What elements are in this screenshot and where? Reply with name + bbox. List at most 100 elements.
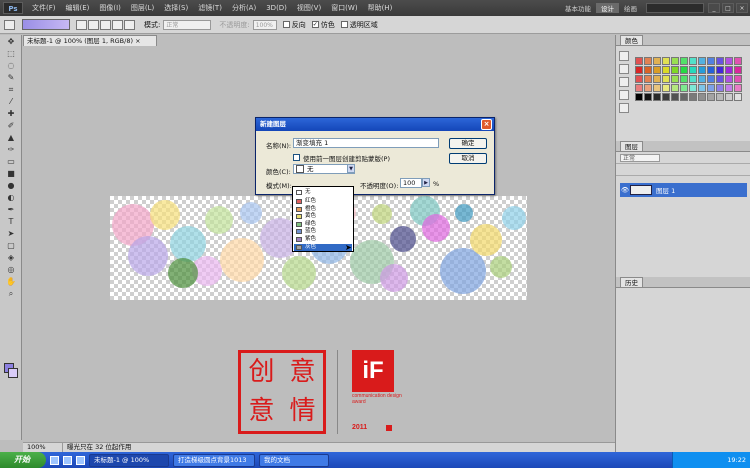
menu-image[interactable]: 图像(I)	[94, 3, 126, 13]
swatch[interactable]	[644, 75, 652, 83]
quicklaunch-icon[interactable]	[50, 455, 59, 465]
layer-name[interactable]: 图层 1	[656, 185, 675, 195]
swatch[interactable]	[734, 84, 742, 92]
swatch[interactable]	[662, 66, 670, 74]
stamp-tool-icon[interactable]: ▲	[4, 132, 18, 143]
mode-select[interactable]: 正常	[163, 19, 212, 30]
gradient-tool-icon[interactable]: ■	[4, 168, 18, 179]
workspace-essentials[interactable]: 基本功能	[560, 3, 596, 13]
swatch[interactable]	[671, 66, 679, 74]
swatch[interactable]	[653, 75, 661, 83]
diamond-gradient-button[interactable]	[124, 19, 135, 30]
swatch[interactable]	[680, 84, 688, 92]
swatch[interactable]	[716, 84, 724, 92]
crop-tool-icon[interactable]: ⌗	[4, 84, 18, 95]
swatch[interactable]	[662, 57, 670, 65]
taskbar-item-tutorial[interactable]: 打造梯级圆点背景1013	[173, 453, 255, 467]
color-select[interactable]: 无	[293, 164, 355, 174]
menu-help[interactable]: 帮助(H)	[363, 3, 398, 13]
taskbar-item-photoshop[interactable]: 未标题-1 @ 100%	[89, 453, 169, 467]
color-option[interactable]: 蓝色	[294, 228, 352, 235]
close-button[interactable]: ×	[736, 3, 748, 13]
menu-3d[interactable]: 3D(D)	[261, 4, 292, 12]
swatch[interactable]	[644, 66, 652, 74]
swatch[interactable]	[671, 57, 679, 65]
color-option[interactable]: 绿色	[294, 221, 352, 228]
lasso-tool-icon[interactable]: ◌	[4, 60, 18, 71]
swatch[interactable]	[635, 84, 643, 92]
close-icon[interactable]: ×	[481, 119, 492, 130]
gradient-tool-icon[interactable]	[4, 19, 15, 30]
color-option[interactable]: 灰色	[294, 243, 352, 251]
swatch[interactable]	[644, 57, 652, 65]
swatch[interactable]	[716, 66, 724, 74]
cancel-button[interactable]: 取消	[449, 153, 487, 164]
shape-tool-icon[interactable]: ▢	[4, 240, 18, 251]
swatch[interactable]	[671, 84, 679, 92]
swatches-grid[interactable]	[635, 51, 747, 109]
color-panel-icon[interactable]	[619, 51, 629, 61]
swatch[interactable]	[662, 93, 670, 101]
swatch[interactable]	[707, 93, 715, 101]
swatch[interactable]	[716, 75, 724, 83]
pen-tool-icon[interactable]: ✒	[4, 204, 18, 215]
swatch[interactable]	[644, 93, 652, 101]
dither-checkbox[interactable]	[311, 21, 319, 28]
swatch[interactable]	[644, 84, 652, 92]
swatch[interactable]	[734, 93, 742, 101]
type-tool-icon[interactable]: T	[4, 216, 18, 227]
history-brush-tool-icon[interactable]: ✑	[4, 144, 18, 155]
name-field[interactable]: 渐变填充 1	[293, 138, 439, 148]
reverse-checkbox[interactable]	[282, 21, 290, 28]
color-option[interactable]: 紫色	[294, 236, 352, 243]
swatch[interactable]	[635, 66, 643, 74]
swatch[interactable]	[698, 66, 706, 74]
angle-gradient-button[interactable]	[100, 19, 111, 30]
layer-row[interactable]: 👁 图层 1	[620, 183, 747, 197]
swatch[interactable]	[680, 57, 688, 65]
gradient-picker[interactable]	[22, 19, 70, 30]
search-input[interactable]	[646, 3, 704, 13]
swatch[interactable]	[689, 75, 697, 83]
document-tab[interactable]: 未标题-1 @ 100% (图层 1, RGB/8) ×	[23, 35, 157, 46]
transparency-checkbox[interactable]	[340, 21, 348, 28]
opacity-field[interactable]: 100%	[252, 19, 277, 30]
menu-view[interactable]: 视图(V)	[292, 3, 326, 13]
swatch[interactable]	[680, 75, 688, 83]
swatch[interactable]	[698, 93, 706, 101]
swatch[interactable]	[707, 66, 715, 74]
hand-tool-icon[interactable]: ✋	[4, 276, 18, 287]
swatches-panel-icon[interactable]	[619, 64, 629, 74]
swatch[interactable]	[725, 93, 733, 101]
start-button[interactable]: 开始	[0, 452, 46, 468]
clock[interactable]: 19:22	[727, 456, 746, 464]
clip-mask-checkbox[interactable]	[293, 154, 300, 161]
blur-tool-icon[interactable]: ●	[4, 180, 18, 191]
swatch[interactable]	[725, 57, 733, 65]
tab-color[interactable]: 颜色	[620, 35, 643, 45]
swatch[interactable]	[725, 66, 733, 74]
3d-rotate-tool-icon[interactable]: ◈	[4, 252, 18, 263]
blend-mode-select[interactable]: 正常	[620, 153, 660, 162]
color-option[interactable]: 橙色	[294, 206, 352, 213]
swatch[interactable]	[671, 75, 679, 83]
menu-layer[interactable]: 图层(L)	[126, 3, 159, 13]
swatch[interactable]	[716, 57, 724, 65]
swatch[interactable]	[635, 57, 643, 65]
swatch[interactable]	[689, 84, 697, 92]
maximize-button[interactable]: □	[722, 3, 734, 13]
swatch[interactable]	[680, 93, 688, 101]
path-select-tool-icon[interactable]: ➤	[4, 228, 18, 239]
eyedropper-tool-icon[interactable]: ⁄	[4, 96, 18, 107]
reflected-gradient-button[interactable]	[112, 19, 123, 30]
swatch[interactable]	[725, 75, 733, 83]
styles-panel-icon[interactable]	[619, 77, 629, 87]
swatch[interactable]	[689, 93, 697, 101]
quicklaunch-icon[interactable]	[76, 455, 85, 465]
masks-panel-icon[interactable]	[619, 103, 629, 113]
quick-select-tool-icon[interactable]: ✎	[4, 72, 18, 83]
swatch[interactable]	[662, 75, 670, 83]
swatch[interactable]	[734, 75, 742, 83]
menu-filter[interactable]: 滤镜(T)	[193, 3, 227, 13]
swatch[interactable]	[653, 93, 661, 101]
